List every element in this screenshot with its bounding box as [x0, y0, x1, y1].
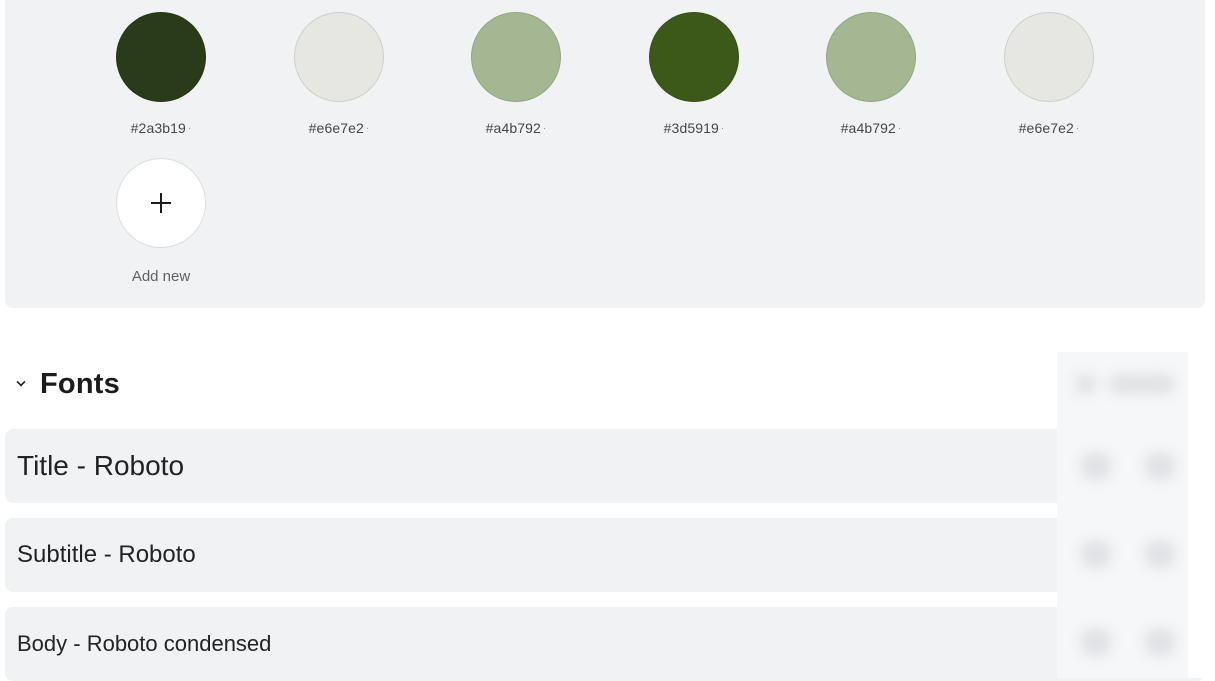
chevron-down-icon — [16, 377, 26, 387]
swatch-item: #e6e7e2 · — [269, 12, 409, 136]
swatch-marker: · — [187, 123, 192, 134]
font-row-label: Subtitle - Roboto — [17, 541, 196, 568]
fonts-section-toggle[interactable]: Fonts — [16, 364, 120, 404]
swatch-marker: · — [720, 123, 725, 134]
swatch-marker: · — [542, 123, 547, 134]
swatch-marker: · — [1075, 123, 1080, 134]
add-new-label: Add new — [131, 268, 191, 285]
swatch-hex-label: #2a3b19 · — [130, 120, 192, 136]
font-row-subtitle[interactable]: Subtitle - Roboto — [5, 518, 1205, 592]
blurred-edge-strip — [1188, 352, 1205, 678]
swatch-hex-label: #e6e7e2 · — [308, 120, 370, 136]
font-row-body[interactable]: Body - Roboto condensed — [5, 607, 1205, 681]
swatch-hex-label: #a4b792 · — [485, 120, 547, 136]
swatch-item: #a4b792 · — [801, 12, 941, 136]
blurred-actions-overlay — [1057, 352, 1190, 678]
swatch-hex-label: #3d5919 · — [663, 120, 725, 136]
swatch-item: #e6e7e2 · — [979, 12, 1119, 136]
swatch-item: #3d5919 · — [624, 12, 764, 136]
color-palette-panel: #2a3b19 · #e6e7e2 · #a4b792 · #3d5919 · #a4b… — [5, 0, 1205, 308]
color-swatch[interactable] — [1004, 12, 1094, 102]
swatch-marker: · — [897, 123, 902, 134]
add-color-item: Add new — [91, 158, 231, 285]
swatch-item: #2a3b19 · — [91, 12, 231, 136]
plus-icon — [151, 193, 171, 213]
swatch-hex-label: #a4b792 · — [840, 120, 902, 136]
font-row-label: Title - Roboto — [17, 450, 185, 481]
swatch-item: #a4b792 · — [446, 12, 586, 136]
color-swatch[interactable] — [649, 12, 739, 102]
color-swatch[interactable] — [294, 12, 384, 102]
color-swatch[interactable] — [471, 12, 561, 102]
swatch-row: #2a3b19 · #e6e7e2 · #a4b792 · #3d5919 · #a4b… — [5, 12, 1205, 142]
add-color-button[interactable] — [116, 158, 206, 248]
font-row-title[interactable]: Title - Roboto — [5, 429, 1205, 503]
color-swatch[interactable] — [826, 12, 916, 102]
font-row-label: Body - Roboto condensed — [17, 631, 272, 656]
color-swatch[interactable] — [116, 12, 206, 102]
fonts-section-title: Fonts — [40, 367, 120, 400]
swatch-marker: · — [365, 123, 370, 134]
swatch-hex-label: #e6e7e2 · — [1018, 120, 1080, 136]
